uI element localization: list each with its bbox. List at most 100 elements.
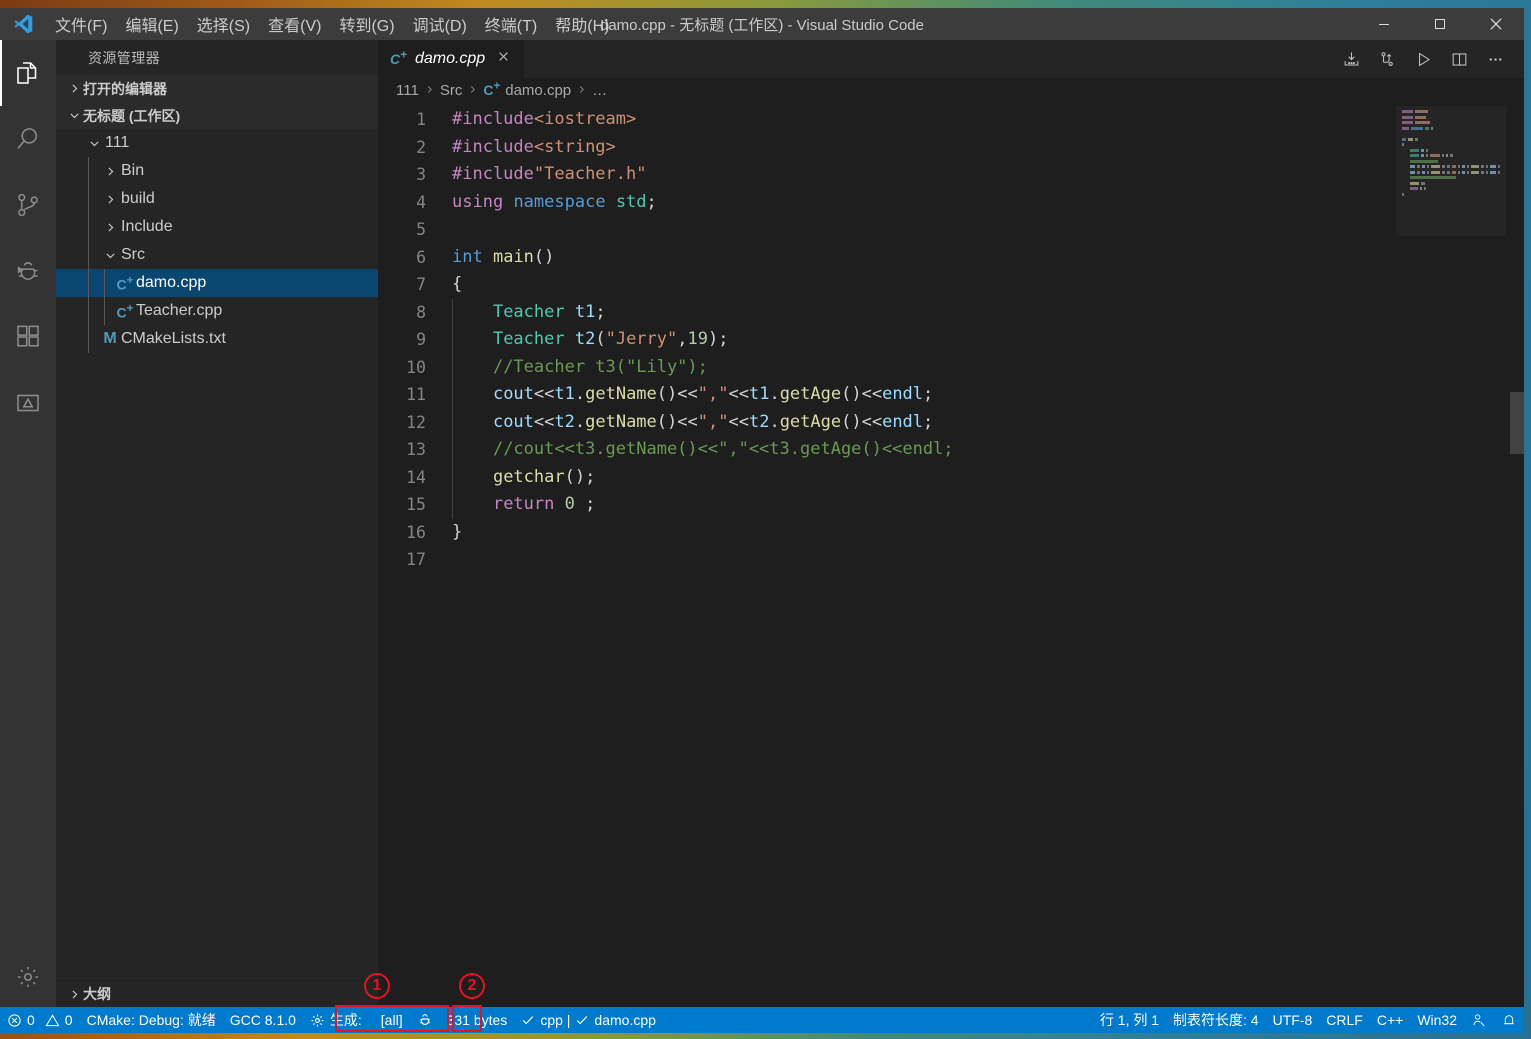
status-tab-size[interactable]: 制表符长度: 4 bbox=[1166, 1007, 1266, 1033]
maximize-button[interactable] bbox=[1412, 8, 1468, 40]
code-line[interactable]: 4 using namespace std; bbox=[378, 189, 1524, 217]
code-line[interactable]: 5 bbox=[378, 216, 1524, 244]
minimap[interactable] bbox=[1396, 102, 1506, 1007]
status-eol[interactable]: CRLF bbox=[1319, 1007, 1370, 1033]
activity-item-explorer[interactable] bbox=[0, 40, 56, 106]
build-target-label: 生成: bbox=[329, 1012, 362, 1028]
status-cursor-position[interactable]: 行 1, 列 1 bbox=[1093, 1007, 1166, 1033]
status-cmake[interactable]: CMake: Debug: 就绪 bbox=[80, 1007, 223, 1033]
vscode-logo-icon bbox=[0, 13, 46, 35]
annotation-marker-1: 1 bbox=[364, 973, 390, 999]
code-line[interactable]: 14 getchar(); bbox=[378, 463, 1524, 491]
tree-item-include[interactable]: Include bbox=[56, 213, 378, 241]
cpp-file-icon: C+ bbox=[390, 48, 407, 67]
breadcrumb-item-src[interactable]: Src bbox=[440, 82, 463, 99]
activity-item-extensions[interactable] bbox=[0, 304, 56, 370]
breadcrumb-item-111[interactable]: 111 bbox=[396, 82, 419, 99]
run-icon[interactable] bbox=[1408, 44, 1438, 74]
code-token: << bbox=[533, 411, 555, 432]
section-workspace[interactable]: 无标题 (工作区) bbox=[56, 102, 378, 129]
status-platform[interactable]: Win32 bbox=[1410, 1007, 1464, 1033]
tree-item-build[interactable]: build bbox=[56, 185, 378, 213]
editor-scrollbar[interactable] bbox=[1510, 102, 1524, 1007]
status-cpp-check[interactable]: cpp | damo.cpp bbox=[514, 1007, 663, 1033]
close-icon[interactable] bbox=[493, 50, 514, 68]
code-line[interactable]: 2 #include<string> bbox=[378, 134, 1524, 162]
tree-item-src[interactable]: Src bbox=[56, 241, 378, 269]
activity-item-debug[interactable] bbox=[0, 238, 56, 304]
close-button[interactable] bbox=[1468, 8, 1524, 40]
code-line[interactable]: 13 //cout<<t3.getName()<<","<<t3.getAge(… bbox=[378, 436, 1524, 464]
menu-selection[interactable]: 选择(S) bbox=[188, 8, 259, 40]
section-open-editors[interactable]: 打开的编辑器 bbox=[56, 75, 378, 102]
status-problems[interactable]: 0 0 bbox=[0, 1007, 80, 1033]
code-token: using bbox=[452, 191, 504, 212]
code-token: } bbox=[452, 521, 463, 542]
status-notifications[interactable] bbox=[1494, 1007, 1524, 1033]
section-outline[interactable]: 大纲 bbox=[56, 980, 378, 1007]
status-encoding[interactable]: UTF-8 bbox=[1266, 1007, 1320, 1033]
menu-debug[interactable]: 调试(D) bbox=[404, 8, 476, 40]
warning-icon bbox=[45, 1013, 60, 1028]
scrollbar-thumb[interactable] bbox=[1510, 392, 1524, 454]
tree-item-bin[interactable]: Bin bbox=[56, 157, 378, 185]
split-editor-icon[interactable] bbox=[1444, 44, 1474, 74]
status-build-target[interactable]: 生成: [all] bbox=[303, 1007, 410, 1033]
code-token: t1 bbox=[574, 301, 596, 322]
code-editor[interactable]: 1 #include<iostream> 2 #include<string> 3 #in… bbox=[378, 102, 1524, 1007]
code-token: Teacher bbox=[492, 301, 565, 322]
activity-item-search[interactable] bbox=[0, 106, 56, 172]
code-line[interactable]: 16} bbox=[378, 519, 1524, 547]
activity-item-manage[interactable] bbox=[0, 947, 56, 1007]
cpp-file-icon: C+ bbox=[116, 273, 134, 293]
menu-edit[interactable]: 编辑(E) bbox=[116, 8, 187, 40]
tree-item-cmakelists-txt[interactable]: M CMakeLists.txt bbox=[56, 325, 378, 353]
line-number: 16 bbox=[406, 522, 426, 542]
more-actions-icon[interactable] bbox=[1480, 44, 1510, 74]
minimap-slider[interactable] bbox=[1396, 106, 1506, 236]
menu-goto[interactable]: 转到(G) bbox=[330, 8, 403, 40]
chevron-right-icon bbox=[99, 165, 121, 178]
breadcrumb-item-symbols[interactable]: … bbox=[592, 82, 607, 99]
code-line[interactable]: 7{ bbox=[378, 271, 1524, 299]
line-text: cout<<t2.getName()<<","<<t2.getAge()<<en… bbox=[452, 408, 934, 436]
tree-item-111[interactable]: 111 bbox=[56, 129, 378, 157]
code-line[interactable]: 17 bbox=[378, 546, 1524, 574]
code-line[interactable]: 12 cout<<t2.getName()<<","<<t2.getAge()<… bbox=[378, 408, 1524, 436]
chevron-down-icon bbox=[65, 109, 83, 122]
menu-file[interactable]: 文件(F) bbox=[46, 8, 116, 40]
menu-help[interactable]: 帮助(H) bbox=[546, 8, 618, 40]
compare-changes-icon[interactable] bbox=[1372, 44, 1402, 74]
activity-item-cmake[interactable] bbox=[0, 370, 56, 436]
code-lines[interactable]: 1 #include<iostream> 2 #include<string> 3 #in… bbox=[378, 102, 1524, 1007]
tree-item-teacher-cpp[interactable]: C+ Teacher.cpp bbox=[56, 297, 378, 325]
code-line[interactable]: 3 #include"Teacher.h" bbox=[378, 161, 1524, 189]
minimize-button[interactable] bbox=[1356, 8, 1412, 40]
tab-damo-cpp[interactable]: C+ damo.cpp bbox=[378, 40, 526, 78]
status-file-size[interactable]: 331 bytes bbox=[440, 1007, 515, 1033]
tree-item-damo-cpp[interactable]: C+ damo.cpp bbox=[56, 269, 378, 297]
line-text: return 0 ; bbox=[452, 491, 595, 519]
code-line[interactable]: 15 return 0 ; bbox=[378, 491, 1524, 519]
annotation-marker-2: 2 bbox=[459, 973, 485, 999]
activity-item-source-control[interactable] bbox=[0, 172, 56, 238]
code-token: ; bbox=[923, 411, 934, 432]
code-line[interactable]: 9 Teacher t2("Jerry",19); bbox=[378, 326, 1524, 354]
status-language-mode[interactable]: C++ bbox=[1370, 1007, 1410, 1033]
code-line[interactable]: 10 //Teacher t3("Lily"); bbox=[378, 353, 1524, 381]
menu-view[interactable]: 查看(V) bbox=[259, 8, 330, 40]
status-debug-target[interactable] bbox=[410, 1007, 440, 1033]
breadcrumb-item-damo-cpp[interactable]: C+ damo.cpp bbox=[483, 80, 571, 100]
indent-guide bbox=[452, 408, 453, 436]
code-line[interactable]: 8 Teacher t1; bbox=[378, 298, 1524, 326]
code-line[interactable]: 6 int main() bbox=[378, 244, 1524, 272]
line-text: Teacher t2("Jerry",19); bbox=[452, 326, 728, 354]
status-live-share[interactable] bbox=[1464, 1007, 1494, 1033]
code-line[interactable]: 11 cout<<t1.getName()<<","<<t1.getAge()<… bbox=[378, 381, 1524, 409]
save-all-icon[interactable] bbox=[1336, 44, 1366, 74]
status-compiler-kit[interactable]: GCC 8.1.0 bbox=[223, 1007, 303, 1033]
menu-terminal[interactable]: 终端(T) bbox=[476, 8, 546, 40]
code-line[interactable]: 1 #include<iostream> bbox=[378, 106, 1524, 134]
